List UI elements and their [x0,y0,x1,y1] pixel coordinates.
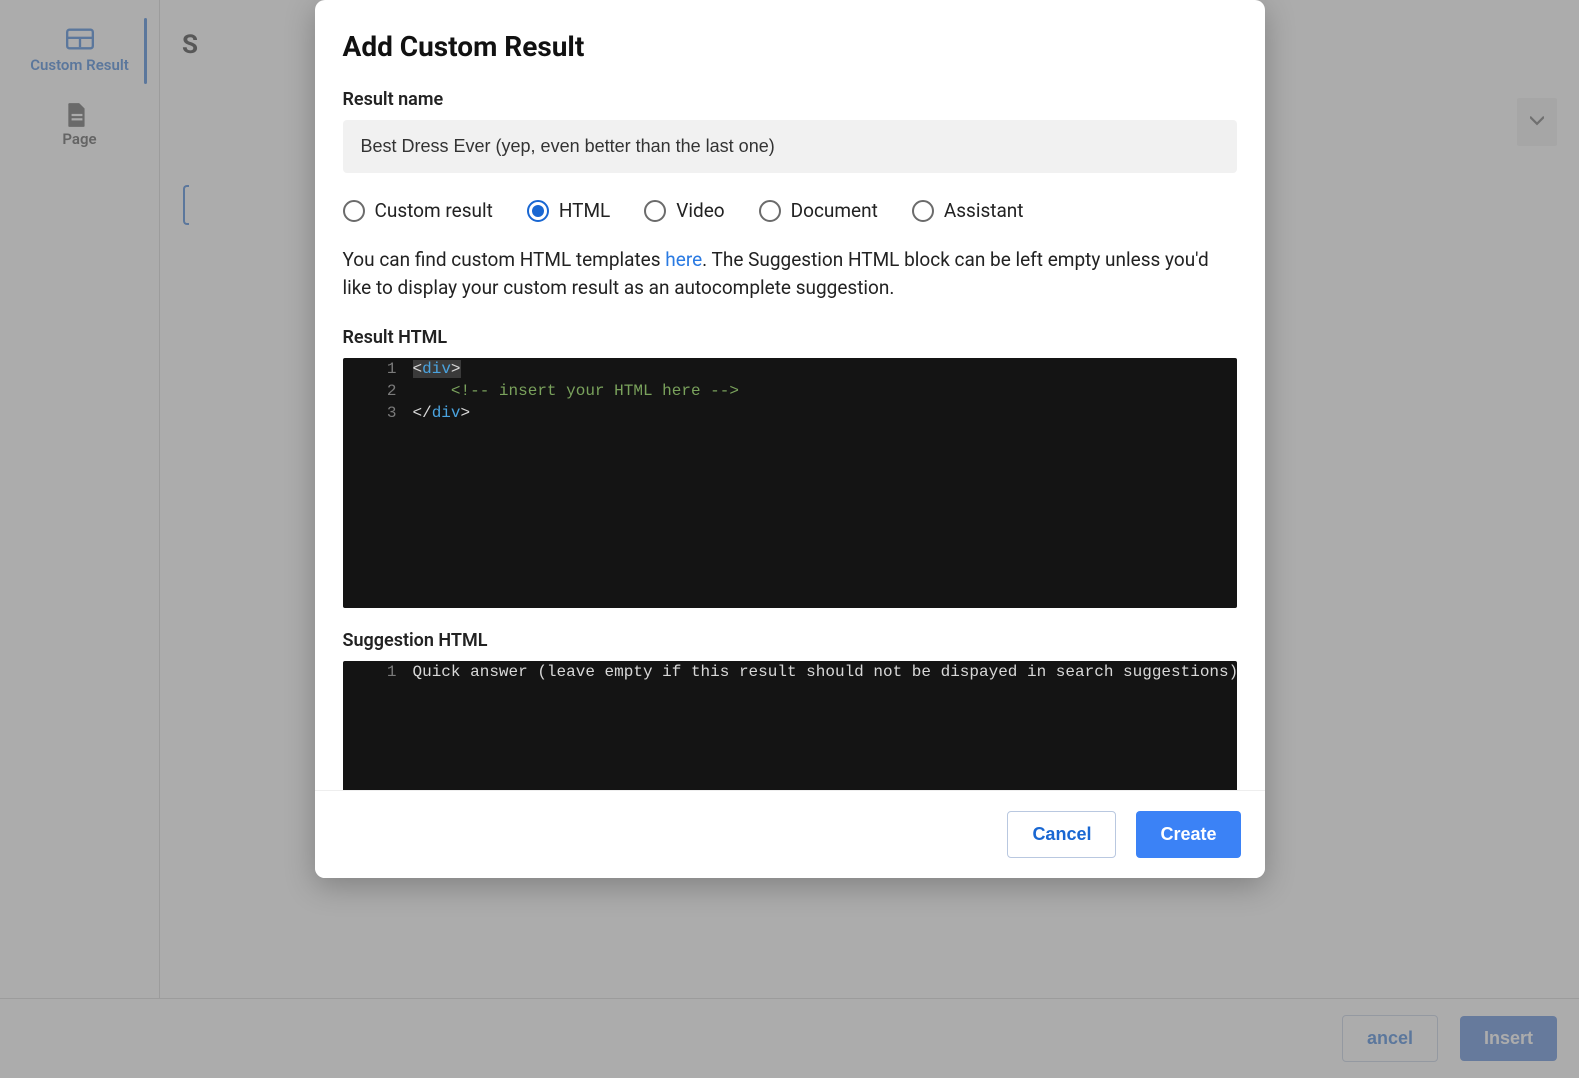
line-number: 1 [343,661,413,683]
result-html-label: Result HTML [343,327,1237,348]
radio-circle-icon [912,200,934,222]
code-line: </div> [413,402,471,424]
radio-html[interactable]: HTML [527,199,610,222]
modal-overlay: Add Custom Result Result name Custom res… [0,0,1579,1078]
templates-link[interactable]: here [665,248,702,271]
radio-custom-result[interactable]: Custom result [343,199,493,222]
add-custom-result-modal: Add Custom Result Result name Custom res… [315,0,1265,878]
modal-title: Add Custom Result [343,30,1237,63]
line-number: 2 [343,380,413,402]
radio-circle-icon [527,200,549,222]
suggestion-html-editor[interactable]: 1 Quick answer (leave empty if this resu… [343,661,1237,790]
result-type-radio-group: Custom result HTML Video Document Assist… [343,199,1237,222]
radio-label: Document [791,199,878,222]
radio-label: Video [676,199,724,222]
radio-label: Assistant [944,199,1024,222]
modal-body: Add Custom Result Result name Custom res… [315,0,1265,790]
help-text-pre: You can find custom HTML templates [343,248,666,271]
radio-video[interactable]: Video [644,199,724,222]
suggestion-placeholder: Quick answer (leave empty if this result… [413,661,1237,683]
radio-circle-icon [759,200,781,222]
modal-footer: Cancel Create [315,790,1265,878]
line-number: 1 [343,358,413,380]
radio-label: HTML [559,199,610,222]
code-line: <!-- insert your HTML here --> [413,380,739,402]
cancel-button[interactable]: Cancel [1007,811,1116,858]
code-line: <div> [413,358,461,380]
line-number: 3 [343,402,413,424]
result-html-editor[interactable]: 1 <div> 2 <!-- insert your HTML here -->… [343,358,1237,608]
suggestion-html-label: Suggestion HTML [343,630,1237,651]
radio-circle-icon [343,200,365,222]
result-name-input[interactable] [343,120,1237,173]
radio-label: Custom result [375,199,493,222]
radio-document[interactable]: Document [759,199,878,222]
create-button[interactable]: Create [1136,811,1240,858]
radio-assistant[interactable]: Assistant [912,199,1024,222]
result-name-label: Result name [343,89,1237,110]
help-text: You can find custom HTML templates here.… [343,246,1237,301]
radio-circle-icon [644,200,666,222]
